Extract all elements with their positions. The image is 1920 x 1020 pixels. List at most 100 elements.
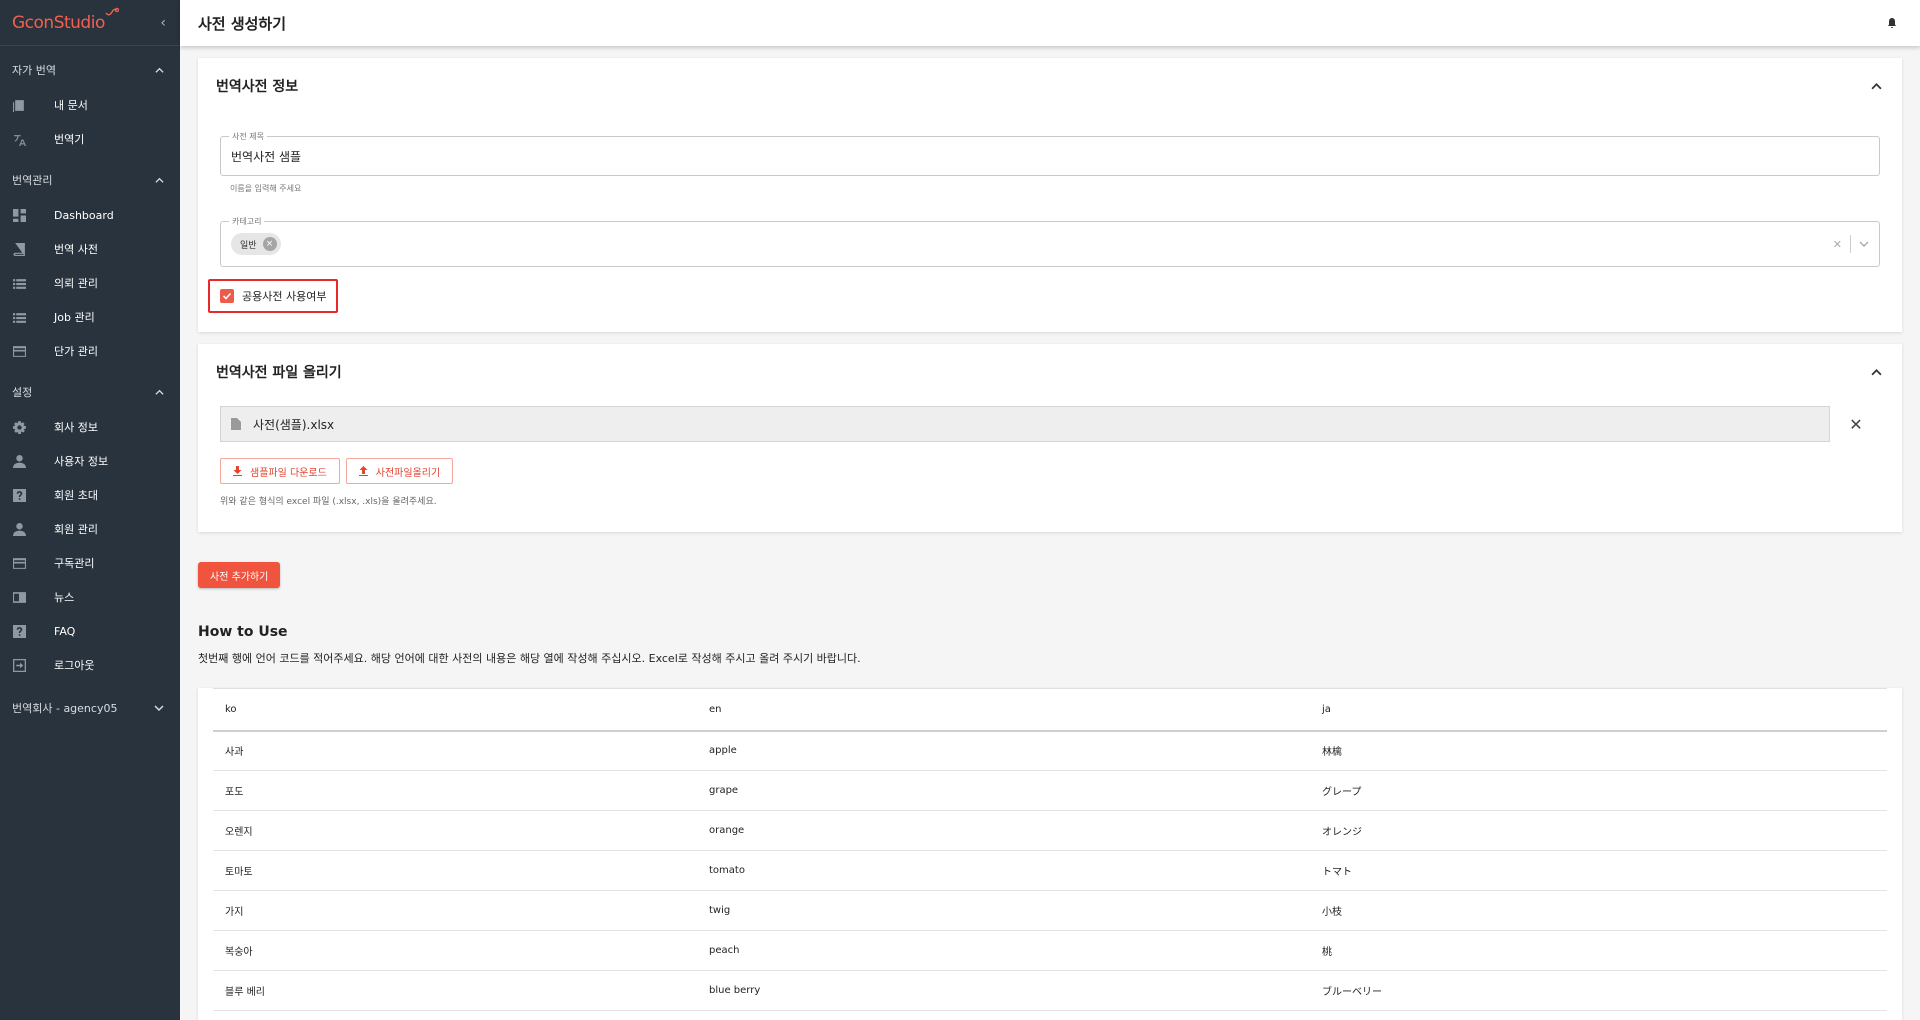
table-cell: 오렌지 bbox=[213, 810, 697, 851]
table-row: 복숭아 peach 桃 bbox=[213, 930, 1887, 971]
table-cell: 가지 bbox=[213, 890, 697, 931]
sidebar-item[interactable]: 번역기 bbox=[0, 122, 180, 156]
bell-icon[interactable] bbox=[1886, 14, 1898, 33]
sidebar-item[interactable]: 단가 관리 bbox=[0, 334, 180, 368]
company-switcher[interactable]: 번역회사 - agency05 bbox=[0, 690, 180, 726]
sidebar-item-label: FAQ bbox=[54, 624, 76, 638]
table-cell: オレンジ bbox=[1310, 810, 1887, 851]
section-title: 번역관리 bbox=[12, 174, 53, 187]
table-cell: 桃 bbox=[1310, 930, 1887, 971]
file-upload-card: 번역사전 파일 올리기 사전(샘플).xlsx ✕ 샘플파일 다운로드 사전파일… bbox=[198, 344, 1902, 532]
divider bbox=[1850, 235, 1851, 253]
chevron-up-icon bbox=[155, 177, 164, 183]
table-row: 사과 apple 林檎 bbox=[213, 730, 1887, 771]
table-cell: 사과 bbox=[213, 730, 697, 771]
logout-icon bbox=[12, 658, 26, 672]
close-icon[interactable]: ✕ bbox=[1830, 415, 1882, 434]
clear-icon[interactable]: ✕ bbox=[1833, 238, 1842, 251]
sidebar-item[interactable]: 내 문서 bbox=[0, 88, 180, 122]
sidebar-item-label: 사용자 정보 bbox=[54, 455, 109, 468]
table-cell: 林檎 bbox=[1310, 730, 1887, 771]
table-cell: 小枝 bbox=[1310, 890, 1887, 931]
checkbox-checked-icon[interactable] bbox=[220, 289, 234, 303]
sidebar-section-header[interactable]: 자가 번역 bbox=[0, 52, 180, 88]
sidebar-item-label: 회원 관리 bbox=[54, 523, 98, 536]
sidebar-section-header[interactable]: 번역관리 bbox=[0, 162, 180, 198]
sidebar-item-label: 번역기 bbox=[54, 133, 85, 146]
add-dictionary-button[interactable]: 사전 추가하기 bbox=[198, 562, 281, 588]
sidebar-item[interactable]: 번역 사전 bbox=[0, 232, 180, 266]
sidebar-item-label: 내 문서 bbox=[54, 99, 88, 112]
table-header-row: ko en ja bbox=[213, 688, 1887, 731]
category-chips: 일반 × bbox=[221, 222, 1879, 266]
upload-file-button[interactable]: 사전파일올리기 bbox=[345, 458, 454, 484]
sidebar-item[interactable]: Job 관리 bbox=[0, 300, 180, 334]
sidebar-section-header[interactable]: 설정 bbox=[0, 374, 180, 410]
table-cell: 블루 베리 bbox=[213, 970, 697, 1011]
table-row: 가지 twig 小枝 bbox=[213, 890, 1887, 931]
file-icon bbox=[231, 418, 241, 430]
field-label: 카테고리 bbox=[229, 216, 265, 227]
list-icon bbox=[12, 276, 26, 290]
example-table: ko en ja 사과 apple 林檎 포도 grape グレープ 오렌지 orange オレ… bbox=[213, 688, 1887, 1011]
card-header[interactable]: 번역사전 파일 올리기 bbox=[198, 344, 1902, 400]
card-title: 번역사전 파일 올리기 bbox=[216, 365, 342, 381]
table-cell: orange bbox=[697, 810, 1310, 851]
card-header[interactable]: 번역사전 정보 bbox=[198, 58, 1902, 114]
main-content: 번역사전 정보 사전 제목 번역사전 샘플 이름을 입력해 주세요 카테고리 일… bbox=[198, 58, 1902, 1020]
select-actions: ✕ bbox=[1833, 222, 1869, 266]
sidebar-item[interactable]: 회원 관리 bbox=[0, 512, 180, 546]
chevron-down-icon[interactable] bbox=[1859, 239, 1869, 249]
page-title: 사전 생성하기 bbox=[198, 14, 287, 33]
sidebar-item[interactable]: 회사 정보 bbox=[0, 410, 180, 444]
table-row: 블루 베리 blue berry ブルーベリー bbox=[213, 970, 1887, 1011]
help-icon bbox=[12, 624, 26, 638]
file-row: 사전(샘플).xlsx ✕ bbox=[220, 406, 1882, 442]
sidebar-item[interactable]: 사용자 정보 bbox=[0, 444, 180, 478]
table-cell: ブルーベリー bbox=[1310, 970, 1887, 1011]
public-dictionary-checkbox[interactable]: 공용사전 사용여부 bbox=[208, 279, 339, 313]
sidebar: GconStudio ‹ 자가 번역 내 문서 번역기 번역관리 Dashboard 번역… bbox=[0, 0, 180, 1020]
dictionary-name-field[interactable]: 사전 제목 번역사전 샘플 bbox=[220, 131, 1880, 176]
column-header-ko: ko bbox=[225, 703, 237, 715]
sidebar-item[interactable]: 구독관리 bbox=[0, 546, 180, 580]
button-label: 사전파일올리기 bbox=[375, 467, 441, 479]
add-button-row: 사전 추가하기 bbox=[198, 562, 1902, 588]
chip-remove-icon[interactable]: × bbox=[262, 237, 277, 251]
table-row: 오렌지 orange オレンジ bbox=[213, 810, 1887, 851]
table-row: 포도 grape グレープ bbox=[213, 770, 1887, 811]
button-label: 샘플파일 다운로드 bbox=[250, 467, 327, 479]
chevron-up-icon[interactable] bbox=[1871, 77, 1882, 96]
chip-label: 일반 bbox=[240, 240, 257, 251]
company-label: 번역회사 - agency05 bbox=[12, 702, 118, 715]
uploaded-file: 사전(샘플).xlsx bbox=[220, 406, 1830, 442]
table-cell: 토마토 bbox=[213, 850, 697, 891]
category-select[interactable]: 카테고리 일반 × ✕ bbox=[220, 216, 1880, 267]
list-icon bbox=[12, 310, 26, 324]
sidebar-item[interactable]: 의뢰 관리 bbox=[0, 266, 180, 300]
dictionary-info-card: 번역사전 정보 사전 제목 번역사전 샘플 이름을 입력해 주세요 카테고리 일… bbox=[198, 58, 1902, 332]
download-sample-button[interactable]: 샘플파일 다운로드 bbox=[220, 458, 340, 484]
book-icon bbox=[12, 242, 26, 256]
sidebar-item[interactable]: 뉴스 bbox=[0, 580, 180, 614]
sidebar-item-label: 단가 관리 bbox=[54, 345, 98, 358]
table-cell: blue berry bbox=[697, 970, 1310, 1011]
sidebar-item[interactable]: 로그아웃 bbox=[0, 648, 180, 682]
dictionary-name-input[interactable]: 번역사전 샘플 bbox=[221, 137, 1879, 175]
person-icon bbox=[12, 454, 26, 468]
table-row: 토마토 tomato トマト bbox=[213, 850, 1887, 891]
howto-title: How to Use bbox=[198, 624, 288, 640]
logo[interactable]: GconStudio bbox=[12, 7, 119, 33]
download-icon bbox=[233, 466, 242, 476]
table-cell: twig bbox=[697, 890, 1310, 931]
sidebar-item[interactable]: FAQ bbox=[0, 614, 180, 648]
sidebar-item[interactable]: Dashboard bbox=[0, 198, 180, 232]
field-label: 사전 제목 bbox=[229, 131, 267, 142]
sidebar-item[interactable]: 회원 초대 bbox=[0, 478, 180, 512]
gear-icon bbox=[12, 420, 26, 434]
chevron-left-icon[interactable]: ‹ bbox=[160, 15, 166, 31]
table-cell: 포도 bbox=[213, 770, 697, 811]
chevron-up-icon[interactable] bbox=[1871, 363, 1882, 382]
table-cell: トマト bbox=[1310, 850, 1887, 891]
howto-description: 첫번째 행에 언어 코드를 적어주세요. 해당 언어에 대한 사전의 내용은 해… bbox=[198, 652, 861, 665]
